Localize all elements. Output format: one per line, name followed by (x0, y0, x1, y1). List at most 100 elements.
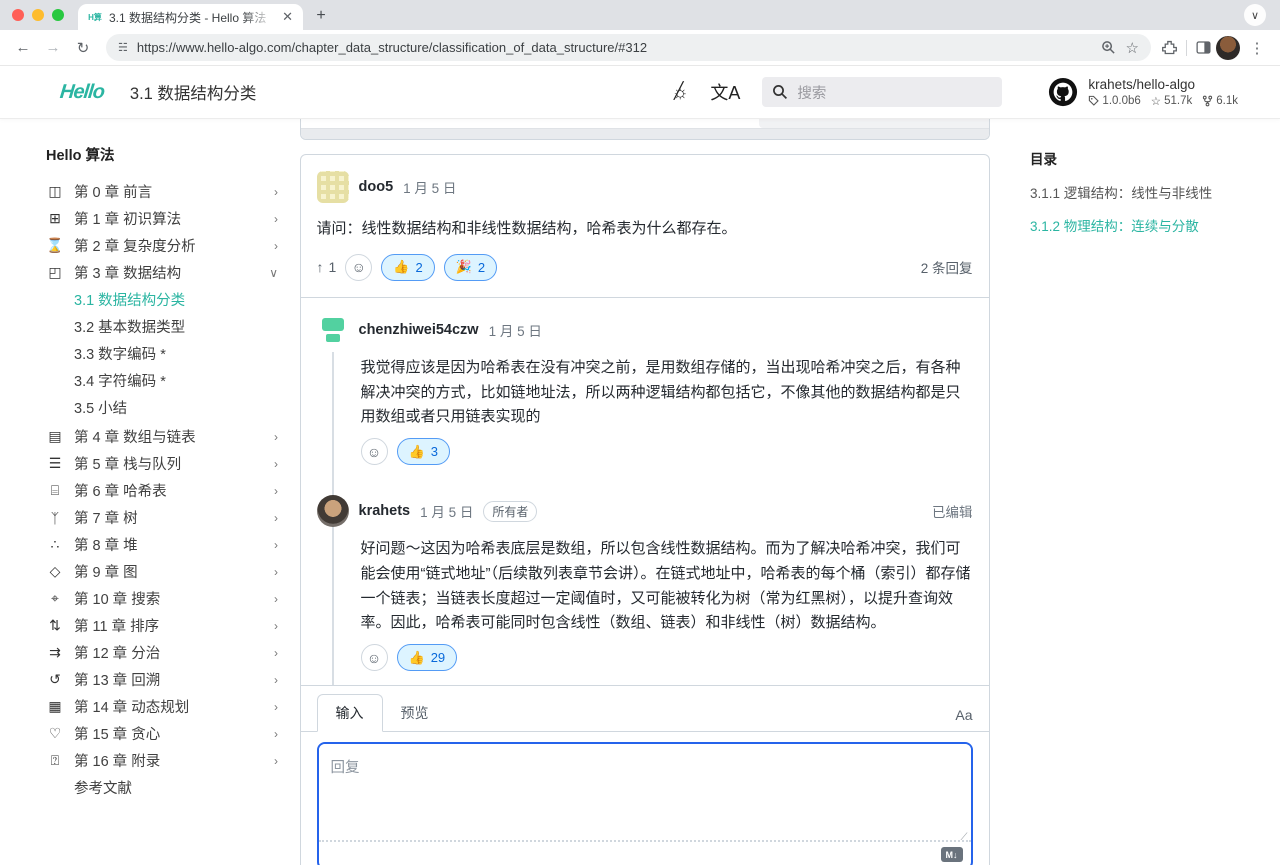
new-tab-button[interactable]: + (309, 4, 333, 28)
sidebar-subitem[interactable]: 3.4 字符编码 * (46, 367, 282, 394)
zoom-icon[interactable] (1101, 40, 1116, 55)
reload-icon[interactable]: ↻ (70, 35, 96, 61)
sidebar-item[interactable]: ↺第 13 章 回溯› (46, 666, 282, 693)
chevron-right-icon[interactable]: › (274, 700, 278, 714)
tab-search-icon[interactable]: ∨ (1244, 4, 1266, 26)
avatar (317, 495, 349, 527)
github-repo-link[interactable]: krahets/hello-algo 1.0.0b6 ☆51.7k 6.1k (1048, 77, 1238, 108)
chevron-right-icon[interactable]: › (274, 538, 278, 552)
browser-menu-icon[interactable]: ⋮ (1244, 35, 1270, 61)
reply-editor: 输入 预览 Aa ⟋ M↓ (301, 685, 989, 865)
chevron-right-icon[interactable]: › (274, 185, 278, 199)
chevron-right-icon[interactable]: › (274, 239, 278, 253)
address-bar[interactable]: ☵ https://www.hello-algo.com/chapter_dat… (106, 34, 1151, 61)
backtrack-icon: ↺ (46, 671, 64, 688)
forward-icon[interactable]: → (40, 35, 66, 61)
translate-icon[interactable]: 文A (710, 79, 740, 105)
comment-author[interactable]: chenzhiwei54czw (359, 322, 479, 338)
sidebar-subitem[interactable]: 3.5 小结 (46, 394, 282, 421)
resize-divider[interactable]: ⟋ (319, 840, 971, 842)
browser-window: H算 3.1 数据结构分类 - Hello 算法 ✕ + ∨ ← → ↻ ☵ h… (0, 0, 1280, 865)
chevron-right-icon[interactable]: › (274, 727, 278, 741)
reaction-count: 3 (431, 444, 438, 459)
sidebar-item[interactable]: ▤第 4 章 数组与链表› (46, 423, 282, 450)
tab-write[interactable]: 输入 (317, 694, 383, 732)
sidebar-item[interactable]: ◫第 0 章 前言› (46, 178, 282, 205)
reaction-row: ☺ 👍 29 (317, 642, 973, 685)
sidebar-subitem-label: 3.4 字符编码 * (74, 370, 282, 391)
tab-preview[interactable]: 预览 (383, 695, 447, 731)
close-window-button[interactable] (12, 9, 24, 21)
chevron-right-icon[interactable]: › (274, 457, 278, 471)
upvote-button[interactable]: ↑1 (317, 259, 337, 275)
sidebar-item[interactable]: ⇅第 11 章 排序› (46, 612, 282, 639)
reaction-pill[interactable]: 👍 29 (397, 644, 458, 671)
chevron-right-icon[interactable]: › (274, 511, 278, 525)
reaction-count: 29 (431, 650, 445, 665)
tab-title: 3.1 数据结构分类 - Hello 算法 (109, 9, 275, 26)
minimize-window-button[interactable] (32, 9, 44, 21)
comment-author[interactable]: krahets (359, 503, 411, 519)
chevron-right-icon[interactable]: › (274, 212, 278, 226)
sidebar-item-label: 第 3 章 数据结构 (74, 262, 259, 283)
sidebar-item[interactable]: ∴第 8 章 堆› (46, 531, 282, 558)
chevron-right-icon[interactable]: › (274, 592, 278, 606)
reply-header: chenzhiwei54czw1 月 5 日 (317, 314, 973, 346)
reaction-emoji-icon: 👍 (409, 650, 425, 666)
comment-author[interactable]: doo5 (359, 179, 394, 195)
sidebar-item[interactable]: ⌛第 2 章 复杂度分析› (46, 232, 282, 259)
reaction-pill[interactable]: 🎉2 (444, 254, 497, 281)
sidebar-item[interactable]: ⊞第 1 章 初识算法› (46, 205, 282, 232)
sidebar-item[interactable]: 参考文献 (46, 774, 282, 801)
sidebar-item[interactable]: ◇第 9 章 图› (46, 558, 282, 585)
add-reaction-button[interactable]: ☺ (345, 254, 372, 281)
github-icon (1048, 77, 1078, 107)
sidebar-item[interactable]: ⇉第 12 章 分治› (46, 639, 282, 666)
tag-icon (1088, 95, 1099, 106)
extensions-icon[interactable] (1161, 39, 1178, 56)
chevron-right-icon[interactable]: › (274, 646, 278, 660)
chevron-right-icon[interactable]: › (274, 565, 278, 579)
chevron-down-icon[interactable]: ∨ (269, 266, 278, 280)
site-logo[interactable]: Hello (59, 81, 105, 104)
chevron-right-icon[interactable]: › (274, 619, 278, 633)
toc-item[interactable]: 3.1.2 物理结构：连续与分散 (1030, 215, 1270, 235)
search-input[interactable]: 搜索 (762, 77, 1002, 107)
site-settings-icon[interactable]: ☵ (118, 41, 129, 54)
theme-toggle-icon[interactable]: ☼╱ (672, 82, 689, 103)
reaction-pill[interactable]: 👍3 (397, 438, 450, 465)
chevron-right-icon[interactable]: › (274, 484, 278, 498)
side-panel-icon[interactable] (1195, 39, 1212, 56)
sidebar-item[interactable]: ᛉ第 7 章 树› (46, 504, 282, 531)
text-format-button[interactable]: Aa (955, 707, 972, 731)
browser-profile-avatar[interactable] (1216, 36, 1240, 60)
chevron-right-icon[interactable]: › (274, 430, 278, 444)
sidebar-item[interactable]: ▦第 14 章 动态规划› (46, 693, 282, 720)
add-reaction-button[interactable]: ☺ (361, 644, 388, 671)
toc-item[interactable]: 3.1.1 逻辑结构：线性与非线性 (1030, 182, 1270, 202)
chevron-right-icon[interactable]: › (274, 673, 278, 687)
reply-textarea[interactable] (319, 744, 971, 840)
sidebar-item[interactable]: ♡第 15 章 贪心› (46, 720, 282, 747)
sidebar-item[interactable]: ◰第 3 章 数据结构∨ (46, 259, 282, 286)
reaction-pill[interactable]: 👍2 (381, 254, 434, 281)
url-text[interactable]: https://www.hello-algo.com/chapter_data_… (137, 40, 647, 55)
divide-conquer-icon: ⇉ (46, 644, 64, 661)
sidebar-item[interactable]: ⌖第 10 章 搜索› (46, 585, 282, 612)
resize-handle-icon[interactable]: ⟋ (961, 832, 968, 843)
tab-close-icon[interactable]: ✕ (282, 9, 293, 25)
back-icon[interactable]: ← (10, 35, 36, 61)
sidebar-item[interactable]: ⌸第 6 章 哈希表› (46, 477, 282, 504)
bookmark-star-icon[interactable]: ☆ (1126, 39, 1139, 57)
sidebar-subitem[interactable]: 3.1 数据结构分类 (46, 286, 282, 313)
sidebar-subitem[interactable]: 3.3 数字编码 * (46, 340, 282, 367)
sidebar-subitem[interactable]: 3.2 基本数据类型 (46, 313, 282, 340)
sidebar-item[interactable]: ☰第 5 章 栈与队列› (46, 450, 282, 477)
browser-tab[interactable]: H算 3.1 数据结构分类 - Hello 算法 ✕ (78, 4, 303, 30)
add-reaction-button[interactable]: ☺ (361, 438, 388, 465)
sidebar-item[interactable]: ⍰第 16 章 附录› (46, 747, 282, 774)
avatar (317, 171, 349, 203)
markdown-icon[interactable]: M↓ (941, 847, 963, 862)
maximize-window-button[interactable] (52, 9, 64, 21)
chevron-right-icon[interactable]: › (274, 754, 278, 768)
